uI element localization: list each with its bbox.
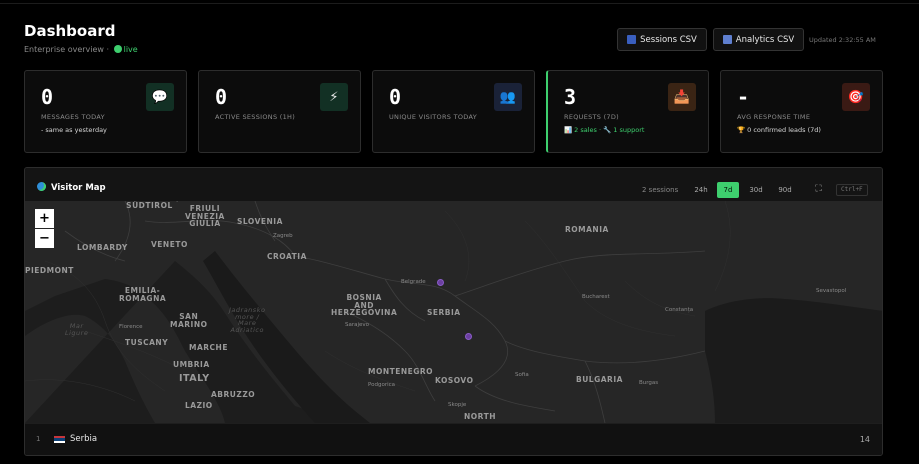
map-label-montenegro: MONTENEGRO — [368, 367, 434, 376]
table-row[interactable]: 1 Serbia 14 — [25, 423, 882, 455]
row-country: Serbia — [70, 434, 98, 444]
map-label-emilia: EMILIA- ROMAGNA — [119, 286, 167, 303]
map-label-bosnia: BOSNIA AND HERZEGOVINA — [331, 293, 398, 317]
stat-value: 0 — [215, 85, 228, 109]
stat-value: 0 — [41, 85, 54, 109]
map-label-piedmont: PIEDMONT — [25, 266, 74, 275]
map-label-bulgaria: BULGARIA — [576, 375, 623, 384]
map-label-bucharest: Bucharest — [582, 294, 610, 300]
map-label-podgorica: Podgorica — [368, 382, 396, 388]
row-rank: 1 — [36, 435, 41, 443]
map-label-north: NORTH — [464, 412, 496, 421]
map-label-sevastopol: Sevastopol — [816, 288, 847, 294]
map-label-sofia: Sofia — [515, 372, 529, 378]
map-label-skopje: Skopje — [448, 402, 467, 408]
stat-card-messages: 0 MESSAGES TODAY - same as yesterday 💬 — [24, 70, 187, 153]
map-label-florence: Florence — [119, 324, 143, 330]
stat-label: REQUESTS (7D) — [564, 113, 620, 121]
stat-sub: - same as yesterday — [41, 126, 107, 134]
visitor-map-panel: Visitor Map 2 sessions 24h 7d 30d 90d ⛶ … — [24, 167, 883, 456]
map-label-san-marino: SAN MARINO — [170, 312, 208, 329]
globe-icon — [37, 182, 46, 191]
map-label-umbria: UMBRIA — [173, 360, 210, 369]
row-count: 14 — [859, 435, 870, 444]
stat-card-active-sessions: 0 ACTIVE SESSIONS (1H) ⚡ — [198, 70, 361, 153]
map-label-trentino: TRENTINO- ALTO ADIGE / SÜDTIROL — [119, 201, 179, 210]
stat-label: AVG RESPONSE TIME — [737, 113, 811, 121]
map-label-slovenia: SLOVENIA — [237, 217, 283, 226]
fullscreen-icon[interactable]: ⛶ — [813, 184, 824, 195]
map-label-tuscany: TUSCANY — [125, 338, 169, 347]
stat-card-avg-response: - AVG RESPONSE TIME 🏆 0 confirmed leads … — [720, 70, 883, 153]
map-label-adriatic-sea: Jadransko more / Mare Adriatico — [229, 306, 266, 334]
stat-label: ACTIVE SESSIONS (1H) — [215, 113, 296, 121]
stat-value: 0 — [389, 85, 402, 109]
live-dot-icon — [113, 45, 122, 53]
visitor-marker-belgrade[interactable] — [437, 279, 444, 286]
map-label-croatia: CROATIA — [267, 252, 307, 261]
range-24h-button[interactable]: 24h — [690, 182, 712, 198]
inbox-icon: 📥 — [668, 83, 696, 111]
map-label-lazio: LAZIO — [185, 401, 213, 410]
chat-icon: 💬 — [146, 83, 174, 111]
visitor-marker-serbia[interactable] — [465, 333, 472, 340]
stat-card-unique-visitors: 0 UNIQUE VISITORS TODAY 👥 — [372, 70, 535, 153]
live-status: live — [123, 45, 138, 54]
visitor-map-title-text: Visitor Map — [50, 183, 106, 193]
map-label-abruzzo: ABRUZZO — [211, 390, 256, 399]
map-label-marche: MARCHE — [189, 343, 228, 352]
map-label-kosovo: KOSOVO — [435, 376, 474, 385]
map-label-lombardy: LOMBARDY — [77, 243, 128, 252]
serbia-flag-icon — [54, 436, 65, 443]
lightning-icon: ⚡ — [320, 83, 348, 111]
map-label-friuli: FRIULI VENEZIA GIULIA — [185, 204, 225, 228]
target-icon: 🎯 — [842, 83, 870, 111]
top-divider — [0, 3, 919, 4]
line-chart-icon — [722, 35, 732, 44]
range-7d-button[interactable]: 7d — [717, 182, 739, 198]
sessions-csv-button[interactable]: Sessions CSV — [617, 28, 707, 51]
bar-chart-icon — [627, 35, 637, 44]
range-30d-button[interactable]: 30d — [745, 182, 767, 198]
shortcut-hint: Ctrl+F — [836, 184, 868, 196]
visitor-map[interactable]: + − TRENTINO- ALTO ADIGE / SÜDTIROL FRIU… — [25, 201, 882, 423]
visitor-map-title: Visitor Map — [37, 182, 106, 193]
stat-label: UNIQUE VISITORS TODAY — [389, 113, 477, 121]
map-label-italy: ITALY — [179, 373, 210, 384]
map-label-mar-ligure: Mar Ligure — [65, 322, 89, 337]
zoom-out-button[interactable]: − — [35, 229, 54, 248]
stat-value: 3 — [564, 85, 577, 109]
updated-timestamp: Updated 2:32:55 AM — [809, 36, 876, 44]
stat-label: MESSAGES TODAY — [41, 113, 105, 121]
map-label-burgas: Burgas — [639, 380, 659, 386]
visitor-map-header: Visitor Map 2 sessions 24h 7d 30d 90d ⛶ … — [25, 168, 882, 201]
analytics-csv-label: Analytics CSV — [735, 34, 795, 45]
stat-value: - — [737, 85, 750, 109]
stat-sub: 🏆 0 confirmed leads (7d) — [737, 126, 821, 134]
page-title: Dashboard — [24, 22, 116, 40]
analytics-csv-button[interactable]: Analytics CSV — [713, 28, 804, 51]
users-icon: 👥 — [494, 83, 522, 111]
map-label-serbia: SERBIA — [427, 308, 461, 317]
range-90d-button[interactable]: 90d — [774, 182, 796, 198]
sessions-csv-label: Sessions CSV — [640, 34, 697, 45]
map-label-constanta: Constanța — [665, 307, 694, 313]
session-count: 2 sessions — [642, 186, 679, 194]
map-label-veneto: VENETO — [151, 240, 188, 249]
stat-sub: 📊 2 sales · 🔧 1 support — [564, 126, 645, 134]
map-label-zagreb: Zagreb — [273, 233, 293, 239]
map-label-sarajevo: Sarajevo — [345, 322, 370, 328]
zoom-in-button[interactable]: + — [35, 209, 54, 228]
map-label-romania: ROMANIA — [565, 225, 609, 234]
page-subtitle: Enterprise overview · live — [24, 45, 138, 54]
stat-card-requests: 3 REQUESTS (7D) 📊 2 sales · 🔧 1 support … — [546, 70, 709, 153]
subtitle-text: Enterprise overview · — [24, 45, 110, 54]
map-label-belgrade: Belgrade — [401, 279, 426, 285]
